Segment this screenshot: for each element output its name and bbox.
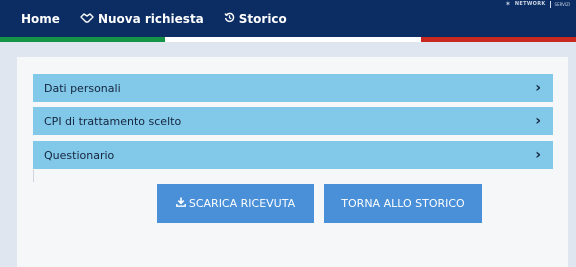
nav-history[interactable]: Storico: [224, 12, 287, 26]
flag-green: [0, 37, 165, 42]
handshake-icon: [80, 12, 94, 26]
chevron-right-icon: ›: [535, 80, 541, 96]
accordion-cpi[interactable]: CPI di trattamento scelto ›: [33, 107, 553, 135]
accordion-label: Questionario: [44, 148, 115, 162]
download-icon: [175, 197, 186, 210]
flag-white: [165, 37, 421, 42]
logo-divider: [549, 0, 551, 8]
back-to-history-button[interactable]: TORNA ALLO STORICO: [324, 184, 482, 223]
chevron-right-icon: ›: [535, 113, 541, 129]
network-logo: ✶ NETWORK SERVIZI: [505, 0, 570, 8]
accordion-questionnaire[interactable]: Questionario ›: [33, 141, 553, 169]
logo-sub: SERVIZI: [554, 1, 570, 7]
flag-red: [421, 37, 576, 42]
accordion-label: CPI di trattamento scelto: [44, 114, 182, 128]
nav-new-request-label: Nuova richiesta: [97, 11, 204, 26]
history-icon: [224, 12, 235, 26]
download-receipt-label: SCARICA RICEVUTA: [188, 197, 296, 210]
divider: [33, 170, 34, 182]
chevron-right-icon: ›: [535, 147, 541, 163]
main-nav: Home Nuova richiesta Storico: [0, 0, 287, 37]
nav-home[interactable]: Home: [21, 12, 60, 26]
download-receipt-button[interactable]: SCARICA RICEVUTA: [157, 184, 314, 223]
italian-flag-stripe: [0, 37, 576, 42]
nav-history-label: Storico: [238, 11, 287, 26]
nav-new-request[interactable]: Nuova richiesta: [80, 12, 204, 26]
nav-home-label: Home: [21, 11, 60, 26]
logo-star-icon: ✶: [505, 0, 511, 8]
accordion-label: Dati personali: [44, 81, 121, 95]
logo-brand: NETWORK: [514, 1, 546, 7]
back-to-history-label: TORNA ALLO STORICO: [341, 197, 465, 210]
accordion-personal-data[interactable]: Dati personali ›: [33, 74, 553, 102]
